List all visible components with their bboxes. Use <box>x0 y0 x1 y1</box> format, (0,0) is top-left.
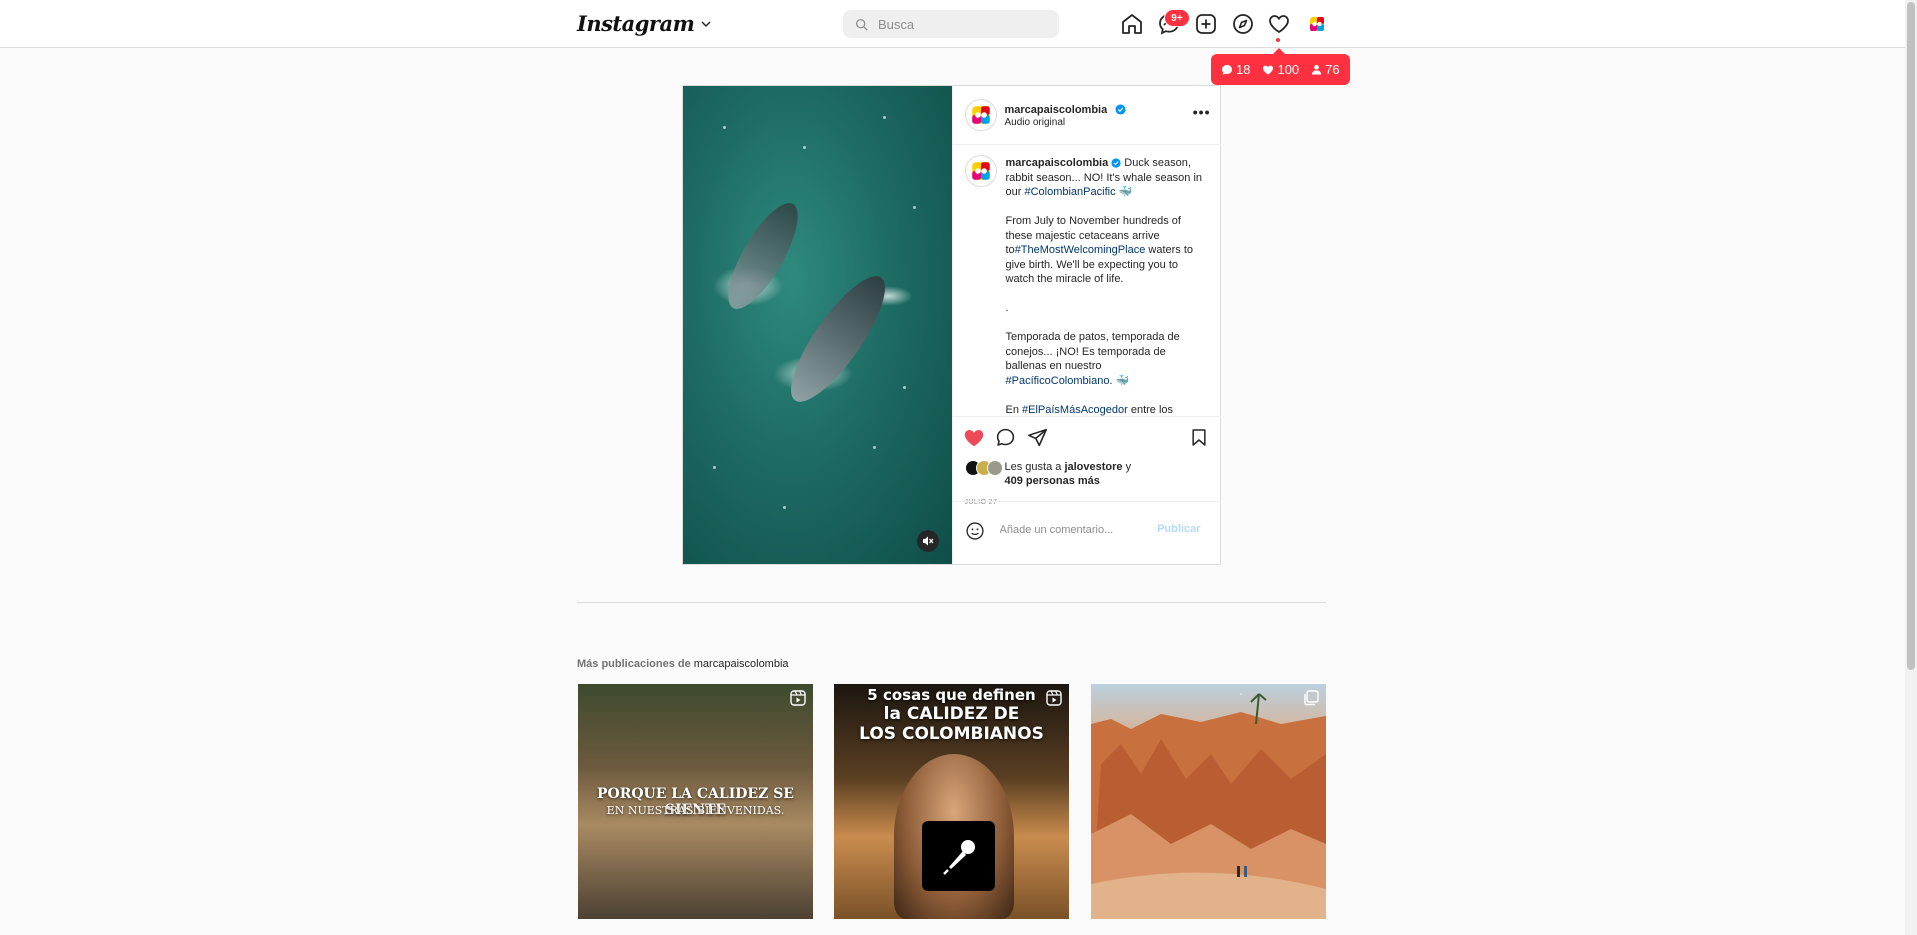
desert-landscape-image <box>1091 693 1326 919</box>
sparkle <box>913 206 916 209</box>
home-icon[interactable] <box>1120 12 1144 36</box>
thumbnail-overlay-text: la CALIDEZ DE <box>883 704 1020 724</box>
hashtag-link[interactable]: #PacíficoColombiano <box>1006 375 1110 387</box>
messages-badge: 9+ <box>1164 9 1190 27</box>
verified-badge-icon <box>1115 104 1126 115</box>
voice-input-button[interactable] <box>922 821 995 891</box>
heart-icon <box>1263 65 1274 74</box>
thumbnail-overlay-text: 5 cosas que definen <box>867 686 1036 704</box>
author-username[interactable]: marcapaiscolombia <box>1005 104 1108 116</box>
whale-shape <box>776 264 900 414</box>
hashtag-link[interactable]: #ColombianPacific <box>1024 186 1115 198</box>
more-post-thumbnail[interactable]: PORQUE LA CALIDEZ SE SIENTE EN NUESTRAS … <box>578 684 813 919</box>
comment-input[interactable] <box>997 523 1152 537</box>
emoji-smiley-icon[interactable] <box>965 521 985 541</box>
colombia-brand-logo-icon <box>1310 17 1324 31</box>
carousel-multiple-icon <box>1304 690 1319 706</box>
sparkle <box>723 126 726 129</box>
liker-avatars <box>964 460 1003 476</box>
comment-bubble-icon <box>1222 64 1232 75</box>
more-post-thumbnail[interactable] <box>1091 684 1326 919</box>
mute-button[interactable] <box>917 530 939 552</box>
microphone-icon <box>942 840 975 875</box>
post-sidebar: marcapaiscolombia Audio original ••• mar… <box>951 86 1221 565</box>
explore-compass-icon[interactable] <box>1231 12 1255 36</box>
likes-text: Les gusta a jalovestore y 409 personas m… <box>1004 461 1132 487</box>
followers-count: 76 <box>1311 62 1340 77</box>
caption-text-segment: entre los <box>1127 403 1174 416</box>
page-scrollbar[interactable] <box>1905 0 1917 935</box>
create-post-icon[interactable] <box>1194 12 1218 36</box>
colombia-brand-logo-icon <box>971 106 990 124</box>
post-caption: marcapaiscolombia Duck season, rabbit se… <box>1006 156 1206 416</box>
more-posts-title: Más publicaciones de marcapaiscolombia <box>577 658 789 670</box>
caption-username[interactable]: marcapaiscolombia <box>1006 157 1109 169</box>
sparkle <box>883 116 886 119</box>
caption-text-segment: waters to give birth. We'll be expecting… <box>1005 244 1194 372</box>
search-icon <box>855 18 868 31</box>
post-header: marcapaiscolombia Audio original ••• <box>952 86 1221 145</box>
liker-username[interactable]: jalovestore <box>1064 461 1122 473</box>
hashtag-link[interactable]: #ElPaísMásAcogedor <box>1022 404 1128 416</box>
like-heart-icon[interactable] <box>963 427 985 449</box>
notifications-heart-icon[interactable] <box>1267 12 1291 36</box>
likes-summary: Les gusta a jalovestore y 409 personas m… <box>964 460 1132 488</box>
liker-avatar[interactable] <box>986 460 1003 476</box>
sparkle <box>903 386 906 389</box>
search-input[interactable] <box>876 15 1050 33</box>
reel-icon <box>1046 690 1062 706</box>
instagram-logo[interactable]: Instagram <box>577 11 695 36</box>
verified-badge-icon <box>1111 158 1121 168</box>
section-divider <box>577 602 1326 603</box>
colombia-brand-logo-icon <box>971 162 990 180</box>
post-card: marcapaiscolombia Audio original ••• mar… <box>682 85 1221 565</box>
activity-notification-popup[interactable]: 18 100 76 <box>1211 48 1350 85</box>
sparkle <box>713 466 716 469</box>
profile-avatar[interactable] <box>1306 13 1328 35</box>
notification-dot <box>1276 38 1280 42</box>
audio-label[interactable]: Audio original <box>1005 117 1066 128</box>
post-video[interactable] <box>683 86 952 564</box>
logo-switcher[interactable]: Instagram <box>577 11 712 36</box>
comments-count: 18 <box>1221 62 1250 77</box>
sparkle <box>873 446 876 449</box>
likes-count: 100 <box>1262 62 1299 77</box>
chevron-down-icon <box>701 20 711 27</box>
share-send-icon[interactable] <box>1027 427 1048 448</box>
top-navigation-bar: Instagram 9+ <box>0 0 1905 48</box>
person-icon <box>1312 64 1322 75</box>
add-comment-row: Publicar <box>952 501 1221 565</box>
thumbnail-overlay-text: EN NUESTRAS BIENVENIDAS. <box>606 804 785 817</box>
publish-button[interactable]: Publicar <box>1157 523 1200 535</box>
caption-body: Duck season, rabbit season... NO! It's w… <box>1006 157 1206 416</box>
scrollbar-thumb[interactable] <box>1907 2 1915 670</box>
more-post-thumbnail[interactable]: 5 cosas que definen la CALIDEZ DE LOS CO… <box>834 684 1069 919</box>
comment-icon[interactable] <box>995 427 1016 448</box>
hashtag-link[interactable]: #TheMostWelcomingPlace <box>1015 244 1146 256</box>
save-bookmark-icon[interactable] <box>1189 427 1209 448</box>
caption-author-avatar[interactable] <box>964 155 997 187</box>
author-name-row: marcapaiscolombia <box>1005 100 1126 118</box>
sparkle <box>803 146 806 149</box>
more-options-icon[interactable]: ••• <box>1193 104 1211 120</box>
sparkle <box>783 506 786 509</box>
others-likes-link[interactable]: 409 personas más <box>1005 475 1100 487</box>
search-box[interactable] <box>843 10 1059 38</box>
thumbnail-overlay-text: LOS COLOMBIANOS <box>859 724 1044 744</box>
more-posts-username[interactable]: marcapaiscolombia <box>694 658 789 670</box>
author-avatar[interactable] <box>964 99 997 131</box>
caption-scroll-area[interactable]: marcapaiscolombia Duck season, rabbit se… <box>953 146 1221 416</box>
speaker-muted-icon <box>923 536 934 546</box>
reel-icon <box>790 690 806 706</box>
